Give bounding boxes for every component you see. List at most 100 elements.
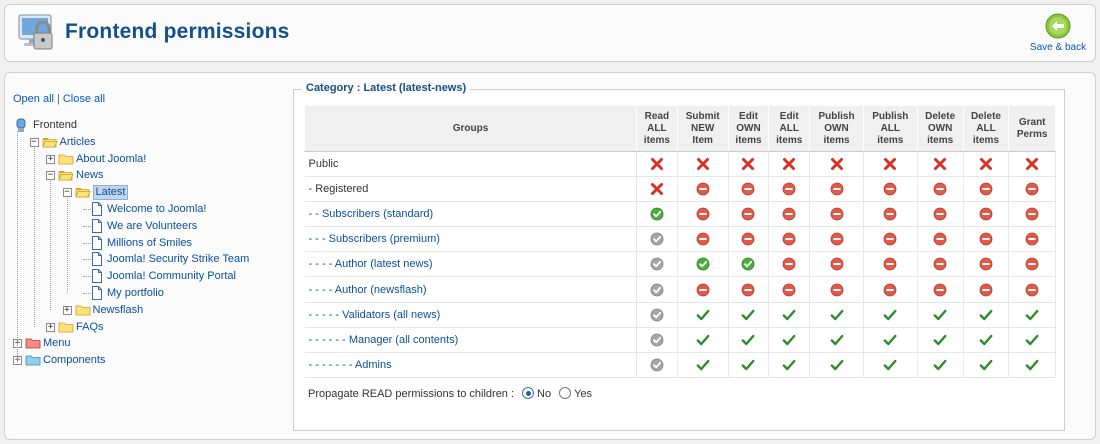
- permission-cell[interactable]: [1008, 276, 1056, 303]
- permission-cell[interactable]: [809, 226, 864, 253]
- not-allowed-icon[interactable]: [933, 207, 947, 221]
- permission-cell[interactable]: [636, 201, 678, 228]
- permission-cell[interactable]: [863, 302, 918, 328]
- not-allowed-icon[interactable]: [696, 207, 710, 221]
- permission-cell[interactable]: [809, 251, 864, 278]
- propagate-yes-radio[interactable]: [559, 387, 572, 399]
- not-allowed-icon[interactable]: [883, 182, 897, 196]
- permission-cell[interactable]: [677, 151, 729, 178]
- permission-cell[interactable]: [677, 276, 729, 303]
- permission-cell[interactable]: [768, 226, 811, 253]
- deny-cross-icon[interactable]: [782, 157, 796, 171]
- not-allowed-icon[interactable]: [830, 207, 844, 221]
- permission-cell[interactable]: [809, 352, 864, 378]
- permission-cell[interactable]: [768, 151, 811, 178]
- not-allowed-icon[interactable]: [883, 232, 897, 246]
- permission-cell[interactable]: [917, 201, 964, 228]
- not-allowed-icon[interactable]: [979, 283, 993, 297]
- tree-node-label[interactable]: Newsflash: [93, 302, 144, 318]
- not-allowed-icon[interactable]: [830, 182, 844, 196]
- checkmark-icon[interactable]: [741, 308, 755, 322]
- checkmark-icon[interactable]: [696, 333, 710, 347]
- permission-cell[interactable]: [863, 276, 918, 303]
- checkmark-icon[interactable]: [933, 358, 947, 372]
- permission-cell[interactable]: [809, 327, 864, 353]
- permission-cell[interactable]: [677, 251, 729, 278]
- permission-cell[interactable]: [1008, 226, 1056, 253]
- permission-cell[interactable]: [728, 176, 770, 203]
- tree-node-label[interactable]: About Joomla!: [76, 151, 146, 167]
- permission-cell[interactable]: [917, 276, 964, 303]
- not-allowed-icon[interactable]: [696, 182, 710, 196]
- not-allowed-icon[interactable]: [741, 283, 755, 297]
- permission-cell[interactable]: [917, 327, 964, 353]
- permission-cell[interactable]: [728, 276, 770, 303]
- permission-cell[interactable]: [809, 151, 864, 178]
- allowed-green-icon[interactable]: [696, 257, 710, 271]
- not-allowed-icon[interactable]: [741, 182, 755, 196]
- permission-cell[interactable]: [809, 176, 864, 203]
- tree-node[interactable]: − Latest: [13, 184, 283, 201]
- permission-cell[interactable]: [863, 201, 918, 228]
- permission-cell[interactable]: [636, 352, 678, 378]
- tree-node-label[interactable]: Millions of Smiles: [107, 235, 192, 251]
- not-allowed-icon[interactable]: [883, 257, 897, 271]
- checkmark-icon[interactable]: [782, 333, 796, 347]
- permission-cell[interactable]: [863, 352, 918, 378]
- tree-node-label[interactable]: FAQs: [76, 319, 104, 335]
- checkmark-icon[interactable]: [830, 308, 844, 322]
- not-allowed-icon[interactable]: [741, 232, 755, 246]
- permission-cell[interactable]: [809, 201, 864, 228]
- tree-node-label[interactable]: Menu: [43, 335, 71, 351]
- tree-node[interactable]: + Menu: [13, 335, 283, 352]
- tree-node[interactable]: Millions of Smiles: [13, 235, 283, 252]
- permission-cell[interactable]: [677, 226, 729, 253]
- deny-cross-icon[interactable]: [1025, 157, 1039, 171]
- permission-cell[interactable]: [863, 327, 918, 353]
- tree-node-label[interactable]: Welcome to Joomla!: [107, 201, 206, 217]
- tree-node[interactable]: Joomla! Community Portal: [13, 268, 283, 285]
- not-allowed-icon[interactable]: [979, 257, 993, 271]
- not-allowed-icon[interactable]: [979, 207, 993, 221]
- checkmark-icon[interactable]: [741, 358, 755, 372]
- not-allowed-icon[interactable]: [933, 182, 947, 196]
- not-allowed-icon[interactable]: [696, 283, 710, 297]
- permission-cell[interactable]: [728, 352, 770, 378]
- inherited-grey-icon[interactable]: [650, 333, 664, 347]
- tree-node[interactable]: + About Joomla!: [13, 151, 283, 168]
- not-allowed-icon[interactable]: [782, 207, 796, 221]
- tree-node-label[interactable]: Joomla! Community Portal: [107, 268, 236, 284]
- close-all-link[interactable]: Close all: [63, 93, 105, 105]
- checkmark-icon[interactable]: [979, 358, 993, 372]
- tree-toggle-icon[interactable]: +: [62, 305, 72, 315]
- permission-cell[interactable]: [1008, 201, 1056, 228]
- permission-cell[interactable]: [677, 302, 729, 328]
- not-allowed-icon[interactable]: [741, 207, 755, 221]
- deny-cross-icon[interactable]: [650, 182, 664, 196]
- checkmark-icon[interactable]: [883, 333, 897, 347]
- checkmark-icon[interactable]: [883, 308, 897, 322]
- permission-cell[interactable]: [728, 151, 770, 178]
- not-allowed-icon[interactable]: [883, 207, 897, 221]
- permission-cell[interactable]: [1008, 302, 1056, 328]
- tree-node-label[interactable]: Latest: [92, 185, 129, 201]
- not-allowed-icon[interactable]: [782, 283, 796, 297]
- permission-cell[interactable]: [728, 251, 770, 278]
- tree-node-label[interactable]: Frontend: [33, 117, 77, 133]
- checkmark-icon[interactable]: [830, 333, 844, 347]
- permission-cell[interactable]: [768, 176, 811, 203]
- tree-node[interactable]: Joomla! Security Strike Team: [13, 251, 283, 268]
- allowed-green-icon[interactable]: [650, 207, 664, 221]
- checkmark-icon[interactable]: [933, 333, 947, 347]
- permission-cell[interactable]: [863, 176, 918, 203]
- tree-node[interactable]: Welcome to Joomla!: [13, 201, 283, 218]
- checkmark-icon[interactable]: [933, 308, 947, 322]
- permission-cell[interactable]: [1008, 327, 1056, 353]
- tree-node-label[interactable]: Components: [43, 352, 105, 368]
- tree-toggle-icon[interactable]: −: [62, 188, 72, 198]
- checkmark-icon[interactable]: [979, 308, 993, 322]
- tree-toggle-icon[interactable]: +: [46, 154, 55, 164]
- checkmark-icon[interactable]: [883, 358, 897, 372]
- open-all-link[interactable]: Open all: [13, 93, 54, 105]
- permission-cell[interactable]: [677, 352, 729, 378]
